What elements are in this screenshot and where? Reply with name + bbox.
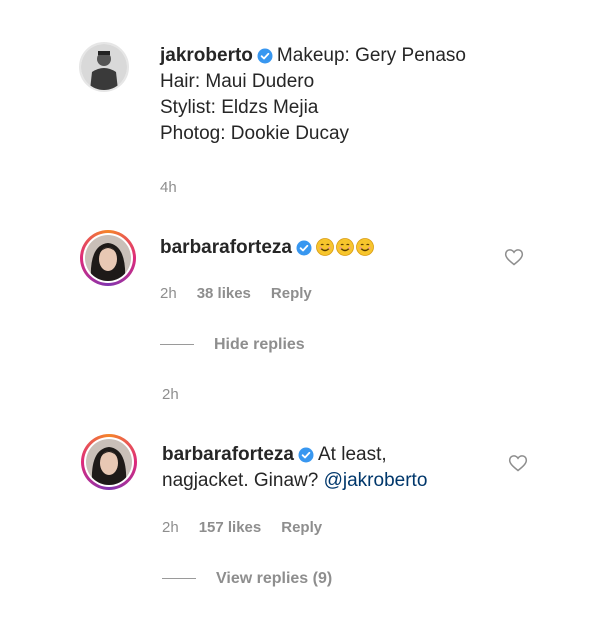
like-heart-icon[interactable] xyxy=(508,453,528,473)
comment-time: 2h xyxy=(160,285,177,302)
avatar[interactable] xyxy=(81,434,137,490)
avatar-photo xyxy=(86,439,132,485)
reply-button[interactable]: Reply xyxy=(271,285,312,302)
like-heart-icon[interactable] xyxy=(504,247,524,267)
hide-replies-label: Hide replies xyxy=(214,336,305,353)
caption-line: Stylist: Eldzs Mejia xyxy=(160,97,319,118)
avatar[interactable] xyxy=(80,230,136,286)
mention-link[interactable]: @jakroberto xyxy=(324,470,428,491)
username-link[interactable]: barbaraforteza xyxy=(162,444,294,465)
likes-count[interactable]: 38 likes xyxy=(197,285,251,302)
comment-text: At least, xyxy=(318,444,387,465)
divider-dash xyxy=(162,578,196,580)
likes-count[interactable]: 157 likes xyxy=(199,519,262,536)
hide-replies-button[interactable]: Hide replies xyxy=(160,336,305,354)
caption-time: 4h xyxy=(160,179,177,196)
comment-time: 2h xyxy=(162,519,179,536)
smiling-face-icon xyxy=(356,238,374,256)
verified-badge-icon xyxy=(298,447,314,463)
view-replies-label: View replies (9) xyxy=(216,570,333,587)
caption-line: Makeup: Gery Penaso xyxy=(276,45,466,66)
avatar-photo xyxy=(81,44,127,90)
username-link[interactable]: jakroberto xyxy=(160,45,253,66)
reply-button[interactable]: Reply xyxy=(281,519,322,536)
verified-badge-icon xyxy=(296,240,312,256)
comment-text: nagjacket. Ginaw? xyxy=(162,470,319,491)
view-replies-button[interactable]: View replies (9) xyxy=(162,570,332,588)
reply-time: 2h xyxy=(162,386,179,403)
smiling-face-icon xyxy=(316,238,334,256)
verified-badge-icon xyxy=(257,48,273,64)
caption-line: Hair: Maui Dudero xyxy=(160,71,315,92)
divider-dash xyxy=(160,344,194,346)
smiling-face-icon xyxy=(336,238,354,256)
avatar-photo xyxy=(85,235,131,281)
avatar[interactable] xyxy=(79,42,129,92)
caption-line: Photog: Dookie Ducay xyxy=(160,123,350,144)
username-link[interactable]: barbaraforteza xyxy=(160,237,292,258)
